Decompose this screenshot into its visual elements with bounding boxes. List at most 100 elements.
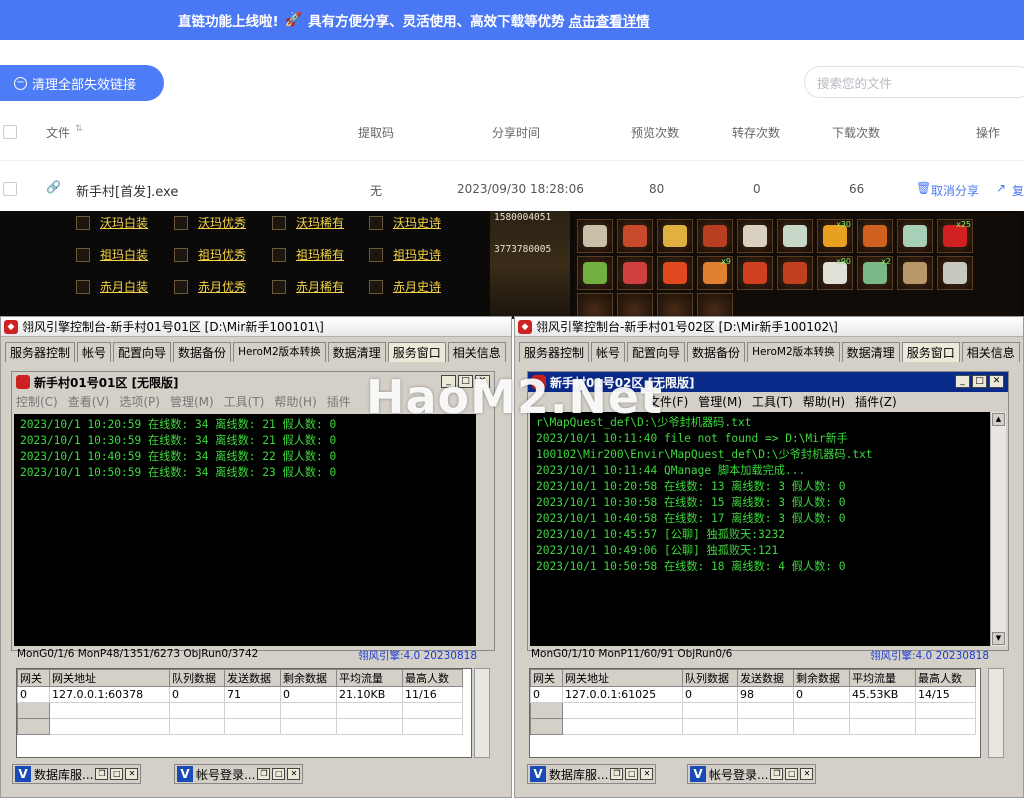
tab-cleanup[interactable]: 数据清理 — [841, 342, 900, 362]
col-file[interactable]: 文件 — [46, 124, 70, 141]
checkbox[interactable] — [76, 215, 90, 230]
inventory-slot[interactable] — [897, 219, 933, 253]
inventory-slot[interactable]: x25 — [937, 219, 973, 253]
tab-server-control[interactable]: 服务器控制 — [5, 342, 76, 362]
restore-icon[interactable]: ❐ — [770, 768, 784, 780]
grid-header[interactable]: 发送数据 — [737, 669, 794, 687]
close-icon[interactable]: ✕ — [640, 768, 654, 780]
close-icon[interactable]: ✕ — [989, 375, 1004, 388]
grid-header[interactable]: 网关 — [17, 669, 50, 687]
menu-item[interactable]: 管理(M) — [170, 393, 214, 410]
restore-icon[interactable]: ❐ — [610, 768, 624, 780]
sort-icon[interactable]: ⇅ — [75, 124, 83, 134]
restore-icon[interactable]: ❐ — [257, 768, 271, 780]
tab-info[interactable]: 相关信息 — [961, 342, 1020, 362]
inventory-slot[interactable]: x90 — [817, 256, 853, 290]
table-row[interactable]: 0 127.0.0.1:61025 0 98 0 45.53KB 14/15 — [530, 686, 976, 703]
inventory-slot[interactable] — [857, 219, 893, 253]
search-input[interactable]: 搜索您的文件 — [804, 66, 1024, 98]
checkbox[interactable] — [174, 215, 188, 230]
window-titlebar[interactable]: ◆ 翎风引擎控制台-新手村01号02区 [D:\Mir新手100102\] — [515, 317, 1023, 337]
tab-info[interactable]: 相关信息 — [447, 342, 506, 362]
item-filter-option[interactable]: 沃玛稀有 — [272, 214, 344, 231]
minimized-db-server[interactable]: V 数据库服... ❐ □ ✕ — [12, 764, 142, 784]
item-filter-option[interactable]: 祖玛稀有 — [272, 246, 344, 263]
close-icon[interactable]: ✕ — [125, 768, 139, 780]
item-filter-option[interactable]: 沃玛史诗 — [369, 214, 441, 231]
inventory-slot[interactable] — [617, 256, 653, 290]
checkbox[interactable] — [76, 247, 90, 262]
grid-scrollbar[interactable] — [988, 668, 1004, 758]
tab-service-window[interactable]: 服务窗口 — [901, 342, 960, 362]
menu-item[interactable]: 查看(V) — [68, 393, 110, 410]
inventory-slot[interactable] — [897, 256, 933, 290]
close-icon[interactable]: ✕ — [287, 768, 301, 780]
item-filter-option[interactable]: 赤月优秀 — [174, 278, 246, 295]
grid-header[interactable]: 平均流量 — [849, 669, 916, 687]
item-filter-option[interactable]: 赤月史诗 — [369, 278, 441, 295]
grid-header[interactable]: 剩余数据 — [793, 669, 850, 687]
grid-header[interactable]: 队列数据 — [682, 669, 738, 687]
tab-server-control[interactable]: 服务器控制 — [519, 342, 590, 362]
menu-item[interactable]: 选项(P) — [119, 393, 160, 410]
grid-header[interactable]: 网关地址 — [562, 669, 683, 687]
item-filter-option[interactable]: 赤月稀有 — [272, 278, 344, 295]
inventory-slot[interactable] — [577, 219, 613, 253]
checkbox[interactable] — [369, 279, 383, 294]
inventory-slot[interactable]: x30 — [817, 219, 853, 253]
inventory-slot[interactable]: x2 — [857, 256, 893, 290]
inventory-slot[interactable] — [777, 219, 813, 253]
maximize-icon[interactable]: □ — [972, 375, 987, 388]
grid-header[interactable]: 队列数据 — [169, 669, 225, 687]
menu-item[interactable]: 工具(T) — [752, 393, 793, 410]
tab-herom2[interactable]: HeroM2版本转换 — [233, 342, 326, 362]
banner-details-link[interactable]: 点击查看详情 — [569, 10, 650, 30]
tab-herom2[interactable]: HeroM2版本转换 — [747, 342, 840, 362]
maximize-icon[interactable]: □ — [272, 768, 286, 780]
inventory-slot[interactable] — [577, 256, 613, 290]
grid-scrollbar[interactable] — [474, 668, 490, 758]
minimize-icon[interactable]: _ — [955, 375, 970, 388]
window-titlebar[interactable]: ◆ 翎风引擎控制台-新手村01号01区 [D:\Mir新手100101\] — [1, 317, 511, 337]
grid-header[interactable]: 最高人数 — [402, 669, 463, 687]
tab-backup[interactable]: 数据备份 — [173, 342, 232, 362]
inventory-slot[interactable] — [657, 256, 693, 290]
item-filter-option[interactable]: 祖玛优秀 — [174, 246, 246, 263]
table-row[interactable]: 0 127.0.0.1:60378 0 71 0 21.10KB 11/16 — [17, 686, 463, 703]
minimized-db-server[interactable]: V 数据库服... ❐ □ ✕ — [527, 764, 657, 784]
inventory-slot[interactable] — [737, 219, 773, 253]
tab-service-window[interactable]: 服务窗口 — [387, 342, 446, 362]
file-name[interactable]: 新手村[首发].exe — [76, 181, 178, 200]
item-filter-option[interactable]: 祖玛白装 — [76, 246, 148, 263]
grid-header[interactable]: 最高人数 — [915, 669, 976, 687]
copy-link[interactable]: 复 — [1012, 182, 1024, 199]
inventory-slot[interactable] — [937, 256, 973, 290]
inventory-slot[interactable] — [617, 219, 653, 253]
table-row[interactable]: 🔗 新手村[首发].exe 无 2023/09/30 18:28:06 80 0… — [0, 176, 1024, 204]
inventory-slot[interactable] — [777, 256, 813, 290]
menu-item[interactable]: 帮助(H) — [803, 393, 845, 410]
menu-item[interactable]: 插件(Z) — [855, 393, 897, 410]
log-scrollbar[interactable]: ▲ ▼ — [990, 412, 1006, 646]
item-filter-option[interactable]: 沃玛优秀 — [174, 214, 246, 231]
checkbox[interactable] — [272, 279, 286, 294]
select-all-checkbox[interactable] — [3, 125, 17, 139]
scroll-up-icon[interactable]: ▲ — [992, 413, 1005, 426]
tab-config-wizard[interactable]: 配置向导 — [113, 342, 172, 362]
menu-item[interactable]: 工具(T) — [224, 393, 265, 410]
inventory-slot[interactable] — [697, 219, 733, 253]
inventory-slot[interactable] — [737, 256, 773, 290]
close-icon[interactable]: ✕ — [800, 768, 814, 780]
grid-header[interactable]: 平均流量 — [336, 669, 403, 687]
share-icon[interactable]: ↗ — [996, 181, 1006, 195]
maximize-icon[interactable]: □ — [110, 768, 124, 780]
minimized-login-server[interactable]: V 帐号登录... ❐ □ ✕ — [687, 764, 817, 784]
tab-account[interactable]: 帐号 — [591, 342, 626, 362]
grid-header[interactable]: 发送数据 — [224, 669, 281, 687]
grid-header[interactable]: 剩余数据 — [280, 669, 337, 687]
item-filter-option[interactable]: 赤月白装 — [76, 278, 148, 295]
tab-backup[interactable]: 数据备份 — [687, 342, 746, 362]
tab-config-wizard[interactable]: 配置向导 — [627, 342, 686, 362]
menu-item[interactable]: 管理(M) — [698, 393, 742, 410]
menu-item[interactable]: 控制(C) — [16, 393, 58, 410]
